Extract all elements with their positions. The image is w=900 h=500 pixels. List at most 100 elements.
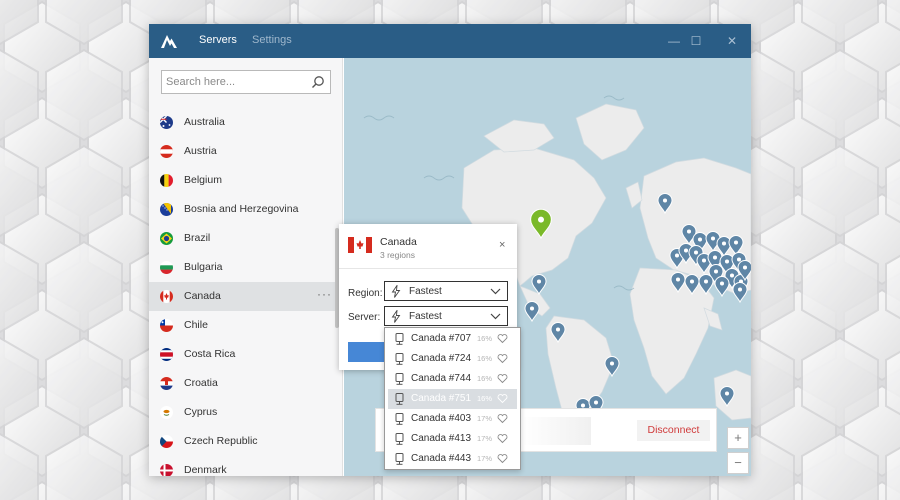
server-name: Canada #707 — [411, 333, 472, 344]
country-label: Cyprus — [184, 406, 218, 418]
server-icon — [395, 453, 404, 465]
server-name: Canada #751 — [411, 393, 472, 404]
server-load: 16% — [477, 334, 493, 343]
server-select-value: Fastest — [409, 311, 442, 322]
bosnia-flag-icon — [160, 203, 173, 216]
heart-icon[interactable] — [497, 333, 508, 344]
server-load: 16% — [477, 354, 493, 363]
bulgaria-flag-icon — [160, 261, 173, 274]
server-option[interactable]: Canada #403 17% — [388, 409, 517, 429]
country-item-belgium[interactable]: Belgium — [149, 166, 342, 195]
region-select[interactable]: Fastest — [384, 281, 508, 301]
country-item-czech-republic[interactable]: Czech Republic — [149, 427, 342, 456]
country-label: Czech Republic — [184, 435, 258, 447]
close-window-button[interactable]: ✕ — [723, 32, 741, 50]
country-more-options-button[interactable]: ··· — [317, 287, 332, 301]
costa-rica-flag-icon — [160, 348, 173, 361]
region-select-value: Fastest — [409, 286, 442, 297]
server-load: 17% — [477, 414, 493, 423]
austria-flag-icon — [160, 145, 173, 158]
country-label: Bosnia and Herzegovina — [184, 203, 299, 215]
server-load: 16% — [477, 374, 493, 383]
country-label: Canada — [184, 290, 221, 302]
status-bar-fade — [521, 417, 591, 445]
popup-region-count: 3 regions — [380, 250, 415, 260]
czech-flag-icon — [160, 435, 173, 448]
heart-icon[interactable] — [497, 453, 508, 464]
heart-icon[interactable] — [497, 433, 508, 444]
server-name: Canada #724 — [411, 353, 472, 364]
server-select[interactable]: Fastest — [384, 306, 508, 326]
cyprus-flag-icon — [160, 406, 173, 419]
country-label: Costa Rica — [184, 348, 236, 360]
lightning-icon — [391, 310, 401, 323]
heart-icon[interactable] — [497, 393, 508, 404]
server-icon — [395, 393, 404, 405]
country-label: Brazil — [184, 232, 211, 244]
server-option-highlighted[interactable]: Canada #751 16% — [388, 389, 517, 409]
heart-icon[interactable] — [497, 353, 508, 364]
search-input[interactable] — [166, 74, 306, 90]
server-icon — [395, 333, 404, 345]
server-option[interactable]: Canada #443 17% — [388, 449, 517, 469]
country-item-brazil[interactable]: Brazil — [149, 224, 342, 253]
brazil-flag-icon — [160, 232, 173, 245]
denmark-flag-icon — [160, 464, 173, 476]
chevron-down-icon — [490, 288, 501, 295]
country-item-bulgaria[interactable]: Bulgaria — [149, 253, 342, 282]
nordvpn-logo-icon[interactable] — [158, 30, 180, 52]
country-label: Croatia — [184, 377, 218, 389]
tab-settings[interactable]: Settings — [252, 34, 292, 46]
country-item-canada[interactable]: Canada ··· — [149, 282, 342, 311]
server-icon — [395, 413, 404, 425]
country-label: Denmark — [184, 464, 227, 476]
zoom-in-button[interactable]: + — [727, 427, 749, 449]
chevron-down-icon — [490, 313, 501, 320]
country-label: Australia — [184, 116, 225, 128]
tab-servers[interactable]: Servers — [199, 34, 237, 46]
server-icon — [395, 353, 404, 365]
country-sidebar: Australia Austria Belgium Bosnia and Her… — [149, 58, 343, 476]
server-option[interactable]: Canada #724 16% — [388, 349, 517, 369]
country-label: Austria — [184, 145, 217, 157]
server-name: Canada #403 — [411, 413, 472, 424]
heart-icon[interactable] — [497, 413, 508, 424]
belgium-flag-icon — [160, 174, 173, 187]
popup-close-button[interactable]: × — [499, 239, 505, 251]
country-label: Chile — [184, 319, 208, 331]
country-item-austria[interactable]: Austria — [149, 137, 342, 166]
country-item-cyprus[interactable]: Cyprus — [149, 398, 342, 427]
server-option[interactable]: Canada #707 16% — [388, 329, 517, 349]
country-item-chile[interactable]: Chile — [149, 311, 342, 340]
disconnect-button[interactable]: Disconnect — [637, 420, 710, 441]
title-bar: Servers Settings — ☐ ✕ — [149, 24, 751, 58]
country-item-australia[interactable]: Australia — [149, 108, 342, 137]
chile-flag-icon — [160, 319, 173, 332]
popup-country-title: Canada — [380, 236, 417, 248]
country-item-croatia[interactable]: Croatia — [149, 369, 342, 398]
server-name: Canada #744 — [411, 373, 472, 384]
search-box[interactable] — [161, 70, 331, 94]
server-option[interactable]: Canada #744 16% — [388, 369, 517, 389]
country-item-denmark[interactable]: Denmark — [149, 456, 342, 476]
popup-divider — [339, 268, 517, 269]
server-icon — [395, 373, 404, 385]
heart-icon[interactable] — [497, 373, 508, 384]
search-icon[interactable] — [311, 75, 325, 89]
country-item-bosnia[interactable]: Bosnia and Herzegovina — [149, 195, 342, 224]
country-label: Belgium — [184, 174, 222, 186]
australia-flag-icon — [160, 116, 173, 129]
croatia-flag-icon — [160, 377, 173, 390]
server-option[interactable]: Canada #413 17% — [388, 429, 517, 449]
server-name: Canada #413 — [411, 433, 472, 444]
minimize-button[interactable]: — — [665, 32, 683, 50]
maximize-button[interactable]: ☐ — [687, 32, 705, 50]
server-icon — [395, 433, 404, 445]
server-load: 17% — [477, 454, 493, 463]
lightning-icon — [391, 285, 401, 298]
region-label: Region: — [348, 288, 383, 299]
zoom-out-button[interactable]: − — [727, 452, 749, 474]
country-item-costa-rica[interactable]: Costa Rica — [149, 340, 342, 369]
server-dropdown-list: Canada #707 16% Canada #724 16% Canada #… — [384, 327, 521, 470]
server-load: 16% — [477, 394, 493, 403]
